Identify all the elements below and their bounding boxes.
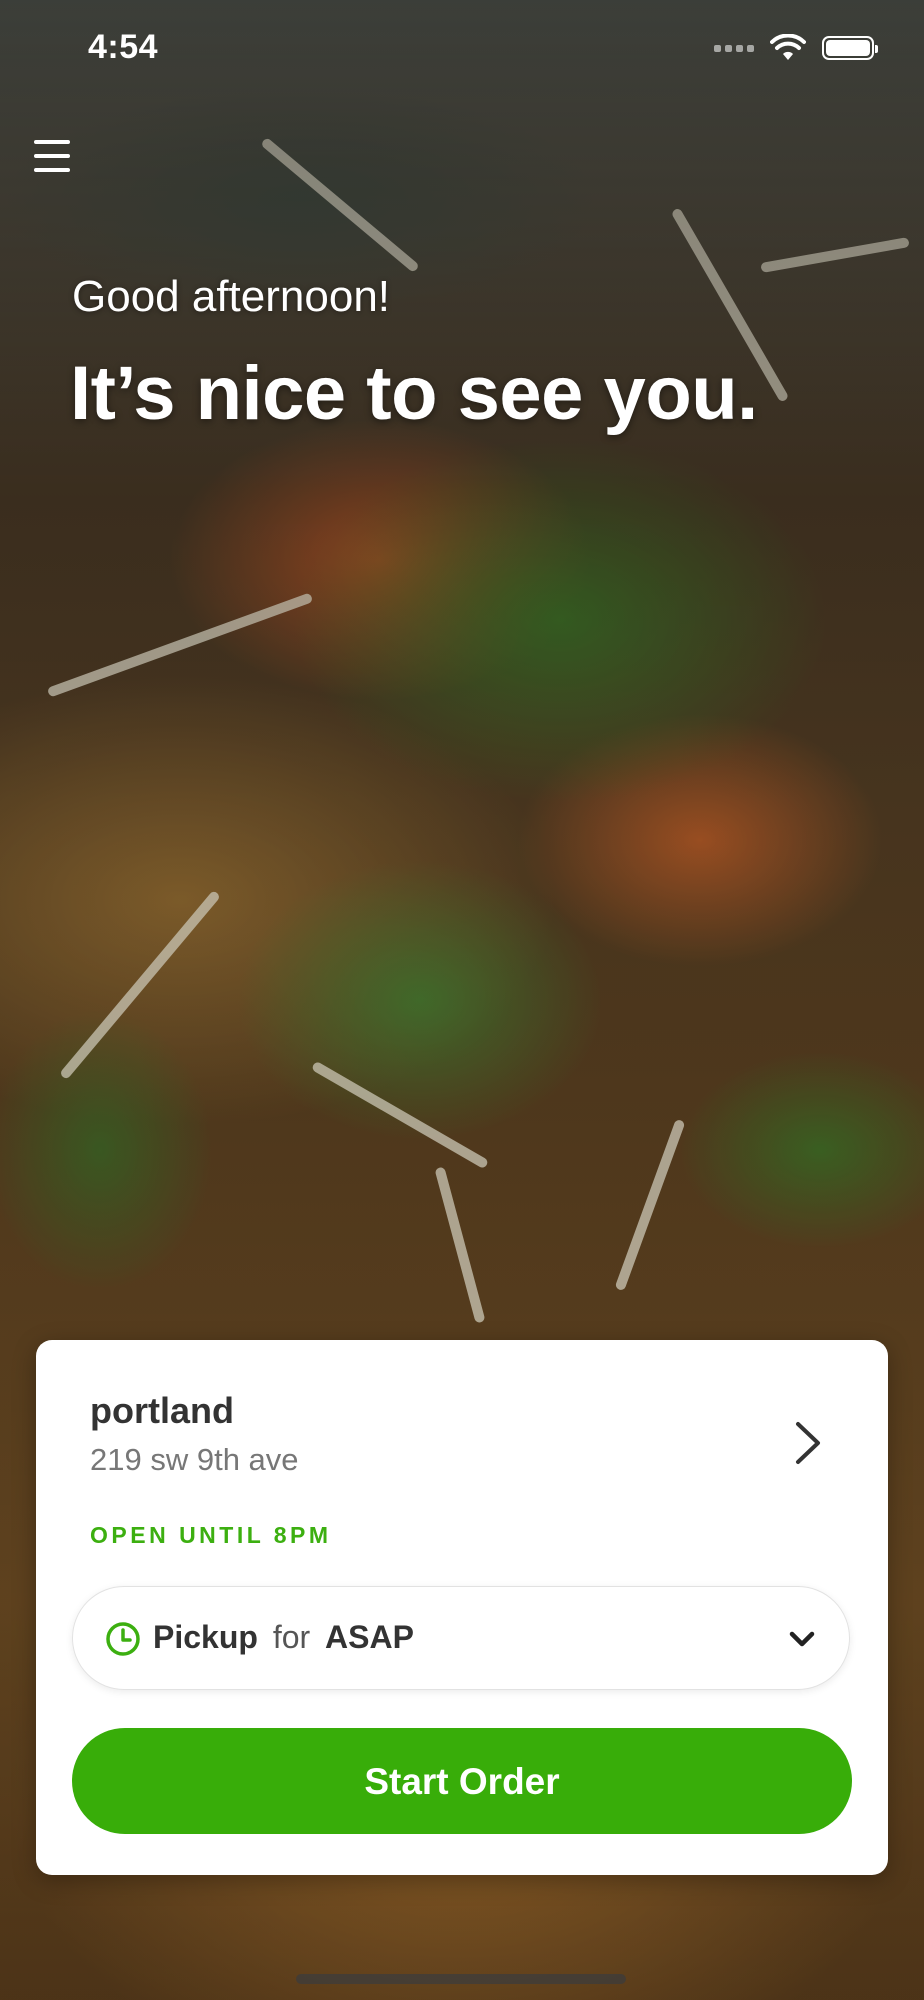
status-bar: 4:54 [0, 0, 924, 100]
greeting-text: Good afternoon! [72, 272, 391, 321]
hamburger-menu-icon[interactable] [34, 140, 74, 180]
app-screen: 4:54 Good afternoon! It’s nice to see yo… [0, 0, 924, 2000]
order-type-dropdown[interactable]: Pickup for ASAP [72, 1586, 850, 1690]
battery-icon [822, 36, 878, 60]
chevron-right-icon [796, 1422, 820, 1464]
status-icons [714, 34, 878, 62]
order-time: ASAP [325, 1619, 414, 1655]
chevron-down-icon [789, 1631, 815, 1647]
order-type-label: Pickup for ASAP [153, 1619, 414, 1656]
clock-icon [106, 1622, 140, 1656]
location-selector[interactable]: portland 219 sw 9th ave [90, 1390, 848, 1500]
cellular-signal-icon [714, 44, 754, 52]
order-mode: Pickup [153, 1619, 258, 1655]
wifi-icon [770, 34, 806, 60]
status-time: 4:54 [88, 28, 159, 66]
welcome-headline: It’s nice to see you. [70, 351, 758, 436]
home-indicator[interactable] [296, 1974, 626, 1984]
location-address: 219 sw 9th ave [90, 1442, 299, 1477]
order-card: portland 219 sw 9th ave OPEN UNTIL 8PM P… [36, 1340, 888, 1875]
order-connector: for [272, 1619, 311, 1655]
start-order-button[interactable]: Start Order [72, 1728, 852, 1834]
open-hours-status: OPEN UNTIL 8PM [90, 1522, 332, 1548]
location-name: portland [90, 1390, 234, 1431]
